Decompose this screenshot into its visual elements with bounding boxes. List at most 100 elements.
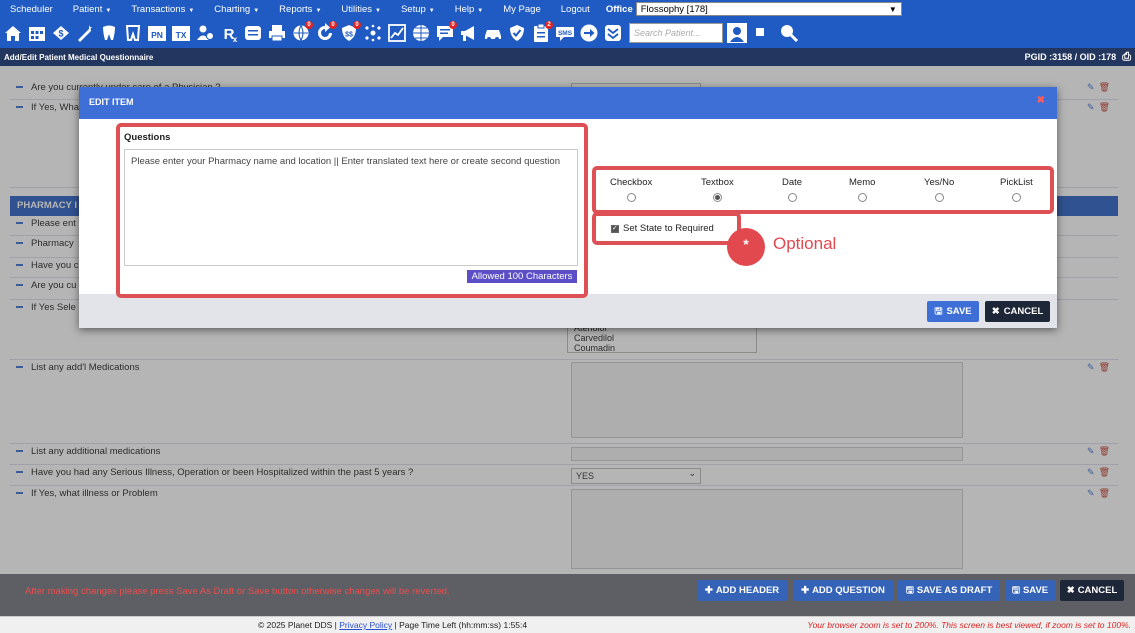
privacy-policy-link[interactable]: Privacy Policy (339, 620, 392, 630)
cancel-label: CANCEL (1003, 306, 1044, 317)
icon-toolbar: $ PN TX Rx 0 0 $$ 0 0 2 SMS Search Patien… (0, 18, 1135, 48)
annotation-optional: Optional (770, 234, 840, 254)
menu-patient[interactable]: Patient ▼ (63, 4, 122, 15)
save-page-button[interactable]: 🖫 SAVE (1005, 580, 1055, 601)
type-checkbox[interactable]: Checkbox (610, 177, 652, 202)
rx-icon[interactable]: Rx (218, 22, 239, 44)
menu-reports[interactable]: Reports ▼ (269, 4, 331, 15)
shield-check-icon[interactable] (506, 22, 527, 44)
office-select-value: Flossophy [178] (640, 3, 708, 15)
calendar-icon[interactable] (26, 22, 47, 44)
required-label: Set State to Required (623, 223, 714, 234)
cancel-page-button[interactable]: ✖ CANCEL (1060, 580, 1124, 601)
people-add-icon[interactable] (194, 22, 215, 44)
add-header-button[interactable]: ✚ ADD HEADER (697, 580, 787, 601)
menu-help[interactable]: Help ▼ (445, 4, 494, 15)
printer-icon[interactable] (266, 22, 287, 44)
car-icon[interactable] (482, 22, 503, 44)
type-textbox[interactable]: Textbox (701, 177, 734, 202)
grid-globe-icon[interactable] (410, 22, 431, 44)
svg-text:TX: TX (175, 30, 186, 40)
annotation-star: * (727, 228, 765, 266)
cancel-button[interactable]: ✖ CANCEL (985, 301, 1050, 322)
save-button[interactable]: 🖫 SAVE (927, 301, 979, 322)
bottom-action-bar: After making changes please press Save A… (0, 574, 1135, 616)
svg-text:$$: $$ (345, 32, 353, 39)
radio-date[interactable] (787, 193, 797, 202)
megaphone-icon[interactable] (458, 22, 479, 44)
tx-icon[interactable]: TX (170, 22, 191, 44)
wand-icon[interactable] (74, 22, 95, 44)
cancel-page-label: CANCEL (1077, 585, 1118, 596)
chevron-down-icon: ▼ (315, 7, 322, 14)
menu-my-page[interactable]: My Page (493, 4, 551, 15)
arrow-right-icon[interactable] (578, 22, 599, 44)
dollar-icon[interactable]: $ (50, 22, 71, 44)
type-picklist[interactable]: PickList (1000, 177, 1033, 202)
search-patient-input[interactable]: Search Patient... (629, 23, 723, 43)
page-ids: PGID :3158 / OID :178 (1024, 52, 1117, 62)
save-draft-label: SAVE AS DRAFT (916, 585, 993, 596)
office-label: Office (605, 3, 633, 15)
menu-logout[interactable]: Logout (551, 4, 600, 15)
tooth-icon[interactable] (98, 22, 119, 44)
char-limit-label: Allowed 100 Characters (467, 270, 577, 283)
chart-icon[interactable] (386, 22, 407, 44)
question-textarea[interactable]: Please enter your Pharmacy name and loca… (124, 149, 578, 266)
money-shield-icon[interactable]: $$ 0 (338, 21, 361, 44)
type-date[interactable]: Date (782, 177, 802, 202)
money-shield-badge: 0 (353, 21, 361, 29)
chat-icon[interactable]: 0 (434, 21, 457, 44)
radio-checkbox[interactable] (626, 193, 636, 202)
radio-yes-no[interactable] (934, 193, 944, 202)
svg-text:PN: PN (151, 30, 163, 40)
user-search-icon[interactable] (778, 22, 799, 44)
menu-setup[interactable]: Setup ▼ (391, 4, 445, 15)
close-icon: ✖ (991, 306, 1000, 317)
clipboard-icon[interactable]: 2 (530, 21, 553, 44)
menu-utilities[interactable]: Utilities ▼ (331, 4, 391, 15)
required-toggle[interactable]: Set State to Required (611, 223, 714, 234)
print-icon[interactable]: ⎙ (1122, 51, 1131, 64)
floppy-icon: 🖫 (934, 305, 943, 317)
check-down-icon[interactable] (602, 22, 623, 44)
page-title: Add/Edit Patient Medical Questionnaire (4, 52, 154, 62)
save-as-draft-button[interactable]: 🖫 SAVE AS DRAFT (898, 580, 1000, 601)
save-notice: After making changes please press Save A… (25, 586, 450, 597)
menu-transactions[interactable]: Transactions ▼ (121, 4, 204, 15)
chevron-down-icon: ▼ (105, 7, 112, 14)
required-checkbox[interactable] (611, 224, 619, 233)
add-question-button[interactable]: ✚ ADD QUESTION (793, 580, 893, 601)
sparkle-icon[interactable] (362, 22, 383, 44)
type-label: PickList (1000, 177, 1033, 188)
radio-textbox[interactable] (712, 193, 722, 202)
sms-icon[interactable]: SMS (554, 22, 575, 44)
document-icon[interactable] (242, 22, 263, 44)
type-label: Textbox (701, 177, 734, 188)
copyright-text: © 2025 Planet DDS | (258, 620, 337, 630)
radio-memo[interactable] (857, 193, 867, 202)
radio-picklist[interactable] (1011, 193, 1021, 202)
menu-charting[interactable]: Charting ▼ (204, 4, 269, 15)
save-page-label: SAVE (1022, 585, 1049, 596)
tooth-outline-icon[interactable] (122, 22, 143, 44)
office-select[interactable]: Flossophy [178] ▼ (635, 2, 902, 16)
floppy-icon: 🖫 (1011, 584, 1020, 596)
globe-icon[interactable]: 0 (290, 21, 313, 44)
type-memo[interactable]: Memo (849, 177, 875, 202)
close-icon[interactable]: ✖ (1037, 95, 1045, 106)
type-yes-no[interactable]: Yes/No (924, 177, 954, 202)
refresh-icon[interactable]: 0 (314, 21, 337, 44)
chevron-down-icon: ▼ (253, 7, 260, 14)
home-icon[interactable] (2, 22, 23, 44)
page-title-bar: Add/Edit Patient Medical Questionnaire P… (0, 48, 1135, 66)
type-label: Date (782, 177, 803, 188)
svg-text:$: $ (58, 29, 63, 39)
menu-scheduler[interactable]: Scheduler (0, 4, 63, 15)
notes-icon[interactable] (754, 22, 775, 44)
plus-icon: ✚ (801, 585, 810, 596)
questions-label: Questions (124, 132, 171, 143)
patient-search-icon[interactable] (726, 22, 747, 44)
globe-badge: 0 (305, 21, 313, 29)
pn-icon[interactable]: PN (146, 22, 167, 44)
